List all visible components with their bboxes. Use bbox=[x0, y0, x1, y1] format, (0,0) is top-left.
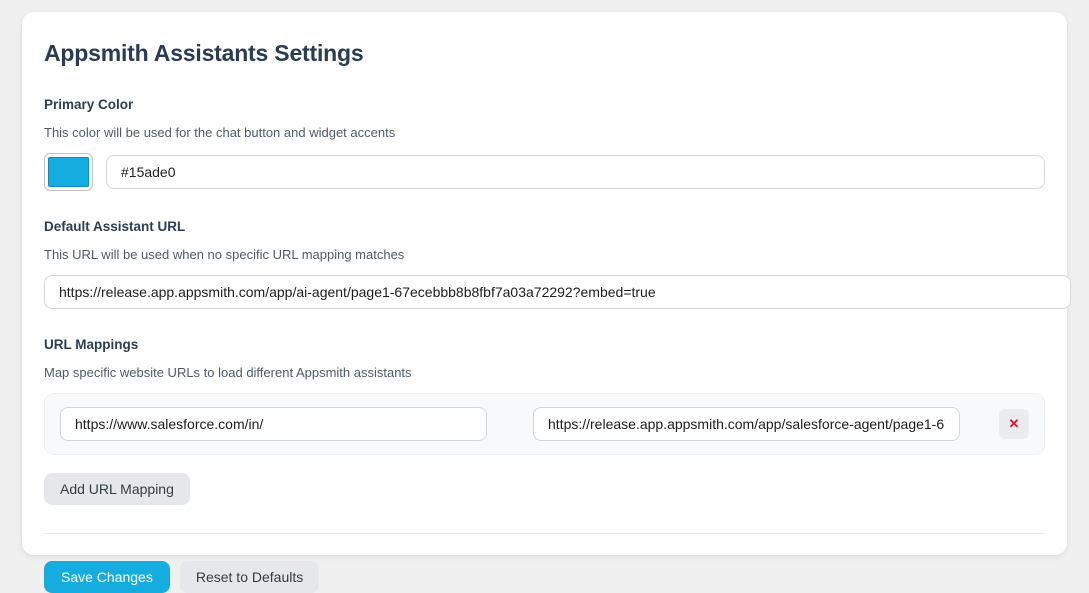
url-mapping-row: ✕ bbox=[44, 393, 1045, 455]
primary-color-section: Primary Color This color will be used fo… bbox=[44, 97, 1045, 191]
default-assistant-url-input[interactable] bbox=[44, 275, 1071, 309]
mapping-website-url-input[interactable] bbox=[60, 407, 487, 441]
default-assistant-url-label: Default Assistant URL bbox=[44, 219, 1045, 234]
url-mappings-label: URL Mappings bbox=[44, 337, 1045, 352]
default-assistant-url-description: This URL will be used when no specific U… bbox=[44, 247, 1045, 262]
actions-bar: Save Changes Reset to Defaults bbox=[44, 561, 1045, 593]
mapping-assistant-url-input[interactable] bbox=[533, 407, 960, 441]
close-icon: ✕ bbox=[1009, 416, 1020, 432]
default-assistant-url-section: Default Assistant URL This URL will be u… bbox=[44, 219, 1045, 309]
reset-to-defaults-button[interactable]: Reset to Defaults bbox=[180, 561, 319, 593]
primary-color-label: Primary Color bbox=[44, 97, 1045, 112]
save-changes-button[interactable]: Save Changes bbox=[44, 561, 170, 593]
color-swatch-fill bbox=[48, 157, 89, 187]
url-mappings-section: URL Mappings Map specific website URLs t… bbox=[44, 337, 1045, 505]
primary-color-input[interactable] bbox=[106, 155, 1045, 189]
remove-mapping-button[interactable]: ✕ bbox=[999, 409, 1029, 439]
section-divider bbox=[44, 533, 1045, 534]
add-url-mapping-button[interactable]: Add URL Mapping bbox=[44, 473, 190, 505]
page-title: Appsmith Assistants Settings bbox=[44, 40, 1045, 67]
color-picker-swatch[interactable] bbox=[44, 153, 93, 191]
url-mappings-description: Map specific website URLs to load differ… bbox=[44, 365, 1045, 380]
primary-color-description: This color will be used for the chat but… bbox=[44, 125, 1045, 140]
settings-card: Appsmith Assistants Settings Primary Col… bbox=[22, 12, 1067, 555]
